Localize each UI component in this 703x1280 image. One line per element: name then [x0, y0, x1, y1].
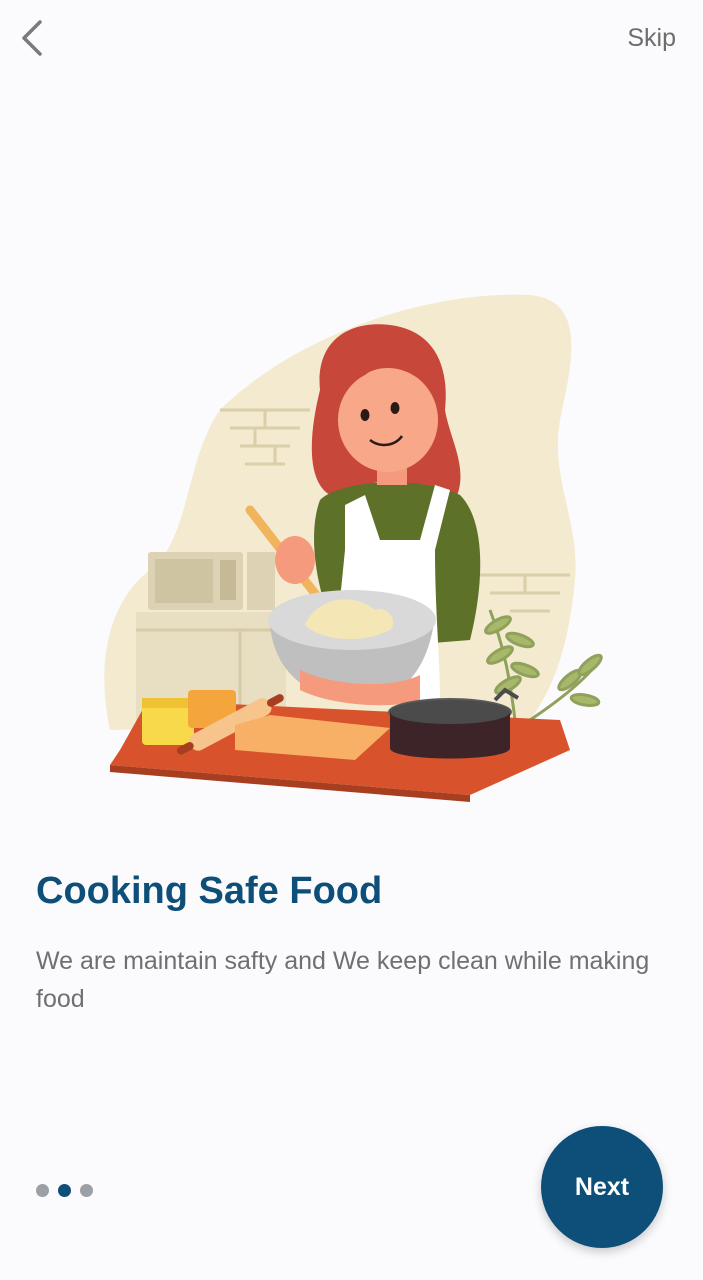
skip-button[interactable]: Skip — [627, 24, 676, 53]
back-button[interactable] — [14, 16, 54, 60]
next-button[interactable]: Next — [541, 1126, 663, 1248]
chevron-left-icon — [22, 20, 42, 56]
pager-dot[interactable] — [80, 1184, 93, 1197]
page-description: We are maintain safty and We keep clean … — [36, 947, 650, 1013]
pager-dot[interactable] — [36, 1184, 49, 1197]
pager-dots — [36, 1184, 93, 1197]
pager-dot-active[interactable] — [58, 1184, 71, 1197]
page-title: Cooking Safe Food — [36, 870, 383, 912]
top-bar: Skip — [0, 0, 703, 80]
woman-cooking-illustration — [90, 280, 620, 810]
